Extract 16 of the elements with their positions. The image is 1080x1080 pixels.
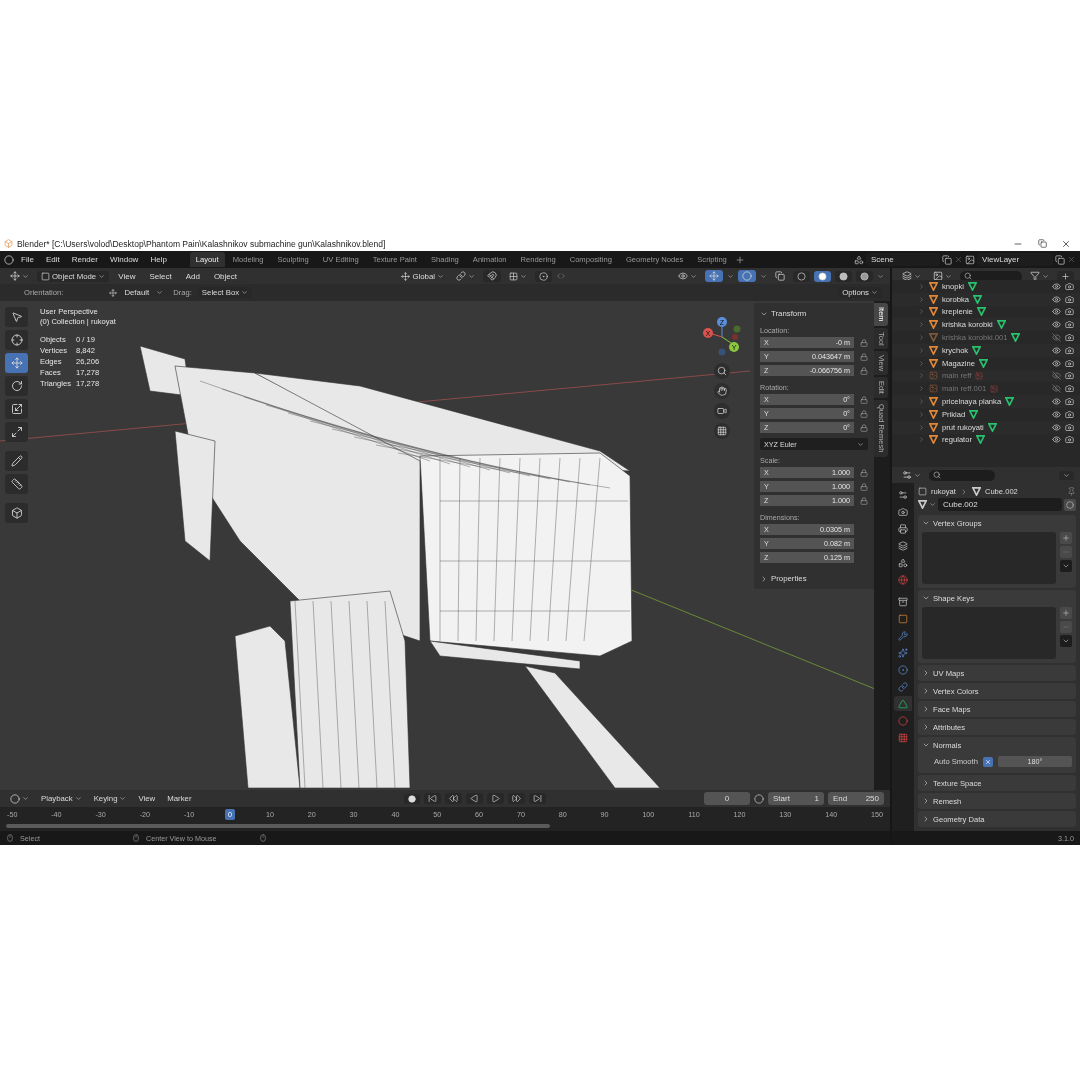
menu-item[interactable]: Render: [66, 253, 103, 266]
menu-item[interactable]: View: [113, 269, 141, 283]
menu-item[interactable]: File: [16, 253, 39, 266]
start-frame-field[interactable]: Start 1: [768, 792, 824, 805]
menu-item[interactable]: Help: [145, 253, 172, 266]
menu-item[interactable]: Window: [104, 253, 144, 266]
menu-item[interactable]: Edit: [40, 253, 65, 266]
view-layer-field[interactable]: ViewLayer: [977, 253, 1053, 266]
menu-item[interactable]: Select: [144, 269, 177, 283]
menu-item[interactable]: Add: [180, 269, 205, 283]
menu-item[interactable]: Object: [208, 269, 242, 283]
end-frame-field[interactable]: End 250: [828, 792, 884, 805]
window-title: Blender* [C:\Users\volod\Desktop\Phantom Pain\Kalashnikov submachine gun\Kalashnikov.blend]: [17, 238, 387, 249]
current-frame-field[interactable]: 0: [704, 792, 750, 805]
scene-field[interactable]: Scene: [866, 253, 940, 266]
mesh-name-field[interactable]: Cube.002: [938, 498, 1062, 511]
